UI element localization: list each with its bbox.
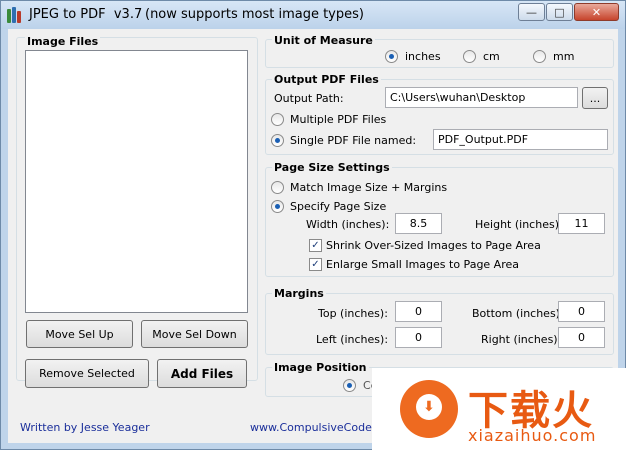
maximize-button[interactable]: □ — [546, 3, 573, 21]
right-margin-input[interactable]: 0 — [558, 327, 605, 348]
unit-cm-radio[interactable] — [463, 50, 476, 63]
height-input[interactable]: 11 — [558, 213, 605, 234]
unit-inches-label: inches — [405, 50, 441, 63]
page-size-title: Page Size Settings — [272, 161, 392, 174]
width-input[interactable]: 8.5 — [395, 213, 442, 234]
image-position-title: Image Position — [272, 361, 369, 374]
maximize-icon: □ — [554, 5, 565, 19]
close-icon: ✕ — [591, 5, 602, 19]
width-label: Width (inches): — [306, 218, 390, 231]
image-files-title: Image Files — [25, 35, 101, 48]
move-up-button[interactable]: Move Sel Up — [26, 320, 133, 348]
check-icon: ✓ — [311, 240, 320, 251]
bottom-margin-label: Bottom (inches): — [472, 307, 564, 320]
centered-radio[interactable] — [343, 379, 356, 392]
output-title: Output PDF Files — [272, 73, 381, 86]
enlarge-label: Enlarge Small Images to Page Area — [326, 258, 519, 271]
bottom-margin-input[interactable]: 0 — [558, 301, 605, 322]
output-group: Output PDF Files Output Path: C:\Users\w… — [265, 73, 614, 155]
left-margin-input[interactable]: 0 — [395, 327, 442, 348]
unit-title: Unit of Measure — [272, 34, 375, 47]
multiple-pdf-label: Multiple PDF Files — [290, 113, 387, 126]
match-size-radio[interactable] — [271, 181, 284, 194]
height-label: Height (inches): — [475, 218, 563, 231]
top-margin-label: Top (inches): — [318, 307, 388, 320]
browse-button[interactable]: ... — [582, 87, 608, 109]
unit-inches-radio[interactable] — [385, 50, 398, 63]
shrink-checkbox[interactable]: ✓ — [309, 239, 322, 252]
page-size-group: Page Size Settings Match Image Size + Ma… — [265, 161, 614, 277]
single-pdf-radio[interactable] — [271, 134, 284, 147]
image-files-group: Image Files Move Sel Up Move Sel Down — [16, 35, 258, 381]
single-pdf-name-input[interactable]: PDF_Output.PDF — [433, 129, 608, 150]
right-margin-label: Right (inches): — [481, 333, 562, 346]
unit-mm-label: mm — [553, 50, 575, 63]
specify-size-radio[interactable] — [271, 200, 284, 213]
enlarge-checkbox[interactable]: ✓ — [309, 258, 322, 271]
website-link[interactable]: www.CompulsiveCode. — [250, 421, 375, 434]
author-link[interactable]: Written by Jesse Yeager — [20, 421, 150, 434]
window-subtitle: (now supports most image types) — [145, 7, 364, 22]
window-title: JPEG to PDF v3.7 — [29, 7, 143, 22]
multiple-pdf-radio[interactable] — [271, 113, 284, 126]
unit-mm-radio[interactable] — [533, 50, 546, 63]
match-size-label: Match Image Size + Margins — [290, 181, 448, 194]
minimize-icon: — — [526, 5, 537, 19]
minimize-button[interactable]: — — [518, 3, 545, 21]
specify-size-label: Specify Page Size — [290, 200, 387, 213]
top-margin-input[interactable]: 0 — [395, 301, 442, 322]
left-margin-label: Left (inches): — [316, 333, 389, 346]
output-path-label: Output Path: — [274, 92, 344, 105]
margins-title: Margins — [272, 287, 326, 300]
output-path-input[interactable]: C:\Users\wuhan\Desktop — [385, 87, 578, 108]
app-icon — [7, 7, 23, 23]
single-pdf-label: Single PDF File named: — [290, 134, 417, 147]
remove-selected-button[interactable]: Remove Selected — [25, 359, 149, 388]
unit-cm-label: cm — [483, 50, 500, 63]
title-bar[interactable]: JPEG to PDF v3.7 (now supports most imag… — [1, 1, 625, 29]
shrink-label: Shrink Over-Sized Images to Page Area — [326, 239, 541, 252]
watermark: ⬇ 下载火 xiazaihuo.com — [372, 368, 626, 450]
margins-group: Margins Top (inches): 0 Bottom (inches):… — [265, 287, 614, 355]
watermark-url: xiazaihuo.com — [468, 426, 597, 445]
check-icon: ✓ — [311, 259, 320, 270]
move-down-button[interactable]: Move Sel Down — [141, 320, 248, 348]
image-files-list[interactable] — [25, 50, 248, 313]
add-files-button[interactable]: Add Files — [157, 359, 247, 388]
close-button[interactable]: ✕ — [574, 3, 619, 21]
unit-group: Unit of Measure inches cm mm — [265, 34, 614, 68]
download-icon: ⬇ — [416, 394, 442, 420]
